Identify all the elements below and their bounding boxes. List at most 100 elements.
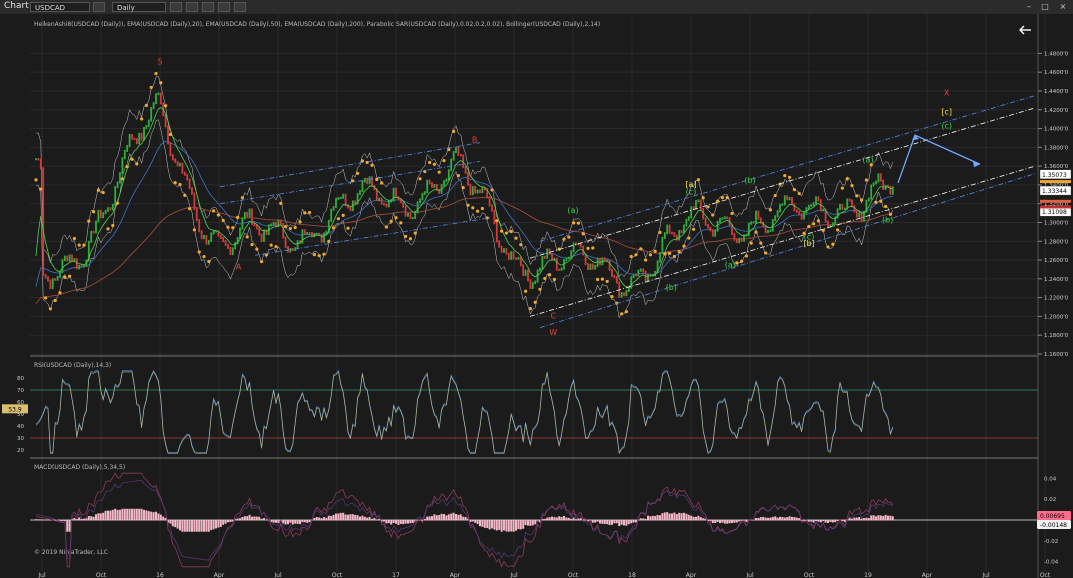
macd-histogram-bar [690, 515, 693, 521]
macd-histogram-bar [162, 516, 165, 521]
wave-label: W [549, 328, 557, 337]
macd-histogram-bar [102, 512, 105, 521]
wave-label: (b) [882, 215, 893, 224]
macd-histogram-bar [39, 519, 42, 521]
sar-dot [500, 229, 504, 233]
sar-dot [144, 103, 148, 107]
x-tick-label: Jul [981, 572, 990, 578]
instrument-select[interactable]: USDCAD [30, 2, 90, 12]
candle [282, 223, 285, 239]
candle [145, 125, 148, 129]
macd-histogram-bar [678, 512, 681, 521]
candle [781, 203, 784, 206]
sar-dot [788, 175, 792, 179]
macd-histogram-bar [183, 520, 186, 532]
candle [349, 206, 352, 212]
instrument-search-button[interactable] [93, 2, 105, 12]
chart-canvas[interactable]: HeikenAshi8(USDCAD (Daily)), EMA(USDCAD … [0, 14, 1073, 578]
sar-dot [476, 209, 480, 213]
indicator-color-tag [1040, 199, 1071, 203]
macd-histogram-bar [174, 520, 177, 528]
macd-histogram-bar [80, 518, 83, 521]
close-icon[interactable]: × [1058, 2, 1068, 12]
macd-histogram-bar [195, 520, 198, 532]
macd-histogram-bar [44, 519, 47, 521]
toolbar-button-2[interactable] [186, 2, 198, 12]
candle [726, 216, 729, 220]
macd-tick-label: 0.04 [1044, 476, 1057, 482]
candle [371, 176, 373, 187]
macd-histogram-bar [35, 519, 37, 521]
macd-histogram-bar [152, 512, 155, 521]
sar-dot [370, 163, 374, 167]
macd-histogram-bar [819, 520, 822, 523]
macd-histogram-bar [320, 518, 323, 521]
candle [671, 231, 673, 235]
sar-dot [552, 277, 557, 282]
minimize-icon[interactable]: – [1024, 2, 1034, 12]
sar-dot [236, 215, 240, 219]
sar-dot [216, 213, 220, 217]
macd-histogram-bar [47, 519, 49, 521]
macd-histogram-bar [524, 520, 527, 526]
macd-histogram-bar [680, 513, 683, 521]
sar-dot [125, 164, 129, 169]
sar-dot [668, 251, 672, 255]
candle [445, 178, 448, 183]
candle [68, 254, 71, 262]
y-tick-label: 1.4200'0 [1044, 108, 1069, 114]
sar-dot [629, 254, 633, 259]
candle [241, 217, 244, 230]
macd-histogram-bar [37, 519, 40, 521]
macd-histogram-bar [265, 519, 268, 521]
sar-dot [303, 211, 307, 215]
candle [776, 210, 779, 218]
macd-histogram-bar [577, 518, 580, 521]
sar-dot [317, 254, 321, 258]
toolbar-button-1[interactable] [170, 2, 182, 12]
macd-histogram-bar [241, 516, 244, 521]
candle [642, 268, 645, 273]
candle [414, 211, 417, 220]
sar-dot [221, 218, 225, 223]
macd-histogram-bar [567, 517, 570, 521]
candle [603, 257, 606, 262]
x-tick-label: Oct [804, 572, 815, 578]
macd-histogram-bar [551, 516, 553, 521]
macd-histogram-bar [395, 520, 397, 524]
wave-label: (c) [686, 187, 697, 196]
sar-dot [380, 181, 384, 185]
candle [183, 171, 186, 176]
x-tick-label: Oct [568, 572, 579, 578]
sar-dot [711, 213, 715, 217]
sar-dot [384, 225, 388, 229]
candle [176, 160, 179, 167]
candle [666, 224, 669, 235]
candle [589, 263, 592, 271]
candle [764, 225, 767, 234]
sar-dot [207, 259, 211, 264]
macd-histogram-bar [659, 515, 661, 521]
sar-dot [836, 228, 840, 232]
rsi-tick-label: 70 [17, 388, 24, 394]
sar-dot [581, 232, 585, 236]
toolbar-button-4[interactable] [218, 2, 230, 12]
candle [495, 222, 498, 243]
sar-dot [653, 249, 657, 253]
macd-histogram-bar [138, 508, 141, 521]
interval-select[interactable]: Daily [112, 2, 166, 12]
maximize-icon[interactable]: □ [1040, 2, 1050, 12]
sar-dot [428, 160, 432, 165]
macd-histogram-bar [875, 516, 877, 521]
candle [527, 269, 529, 282]
macd-histogram-bar [697, 515, 700, 521]
y-tick-label: 1.3800'0 [1044, 145, 1069, 151]
macd-histogram-bar [133, 508, 136, 521]
toolbar-button-3[interactable] [202, 2, 214, 12]
macd-histogram-bar [649, 516, 652, 521]
macd-histogram-bar [368, 516, 371, 521]
macd-histogram-bar [318, 517, 321, 521]
macd-histogram-bar [315, 517, 318, 521]
wave-label: (a) [725, 261, 736, 270]
toolbar-button-5[interactable] [234, 2, 246, 12]
